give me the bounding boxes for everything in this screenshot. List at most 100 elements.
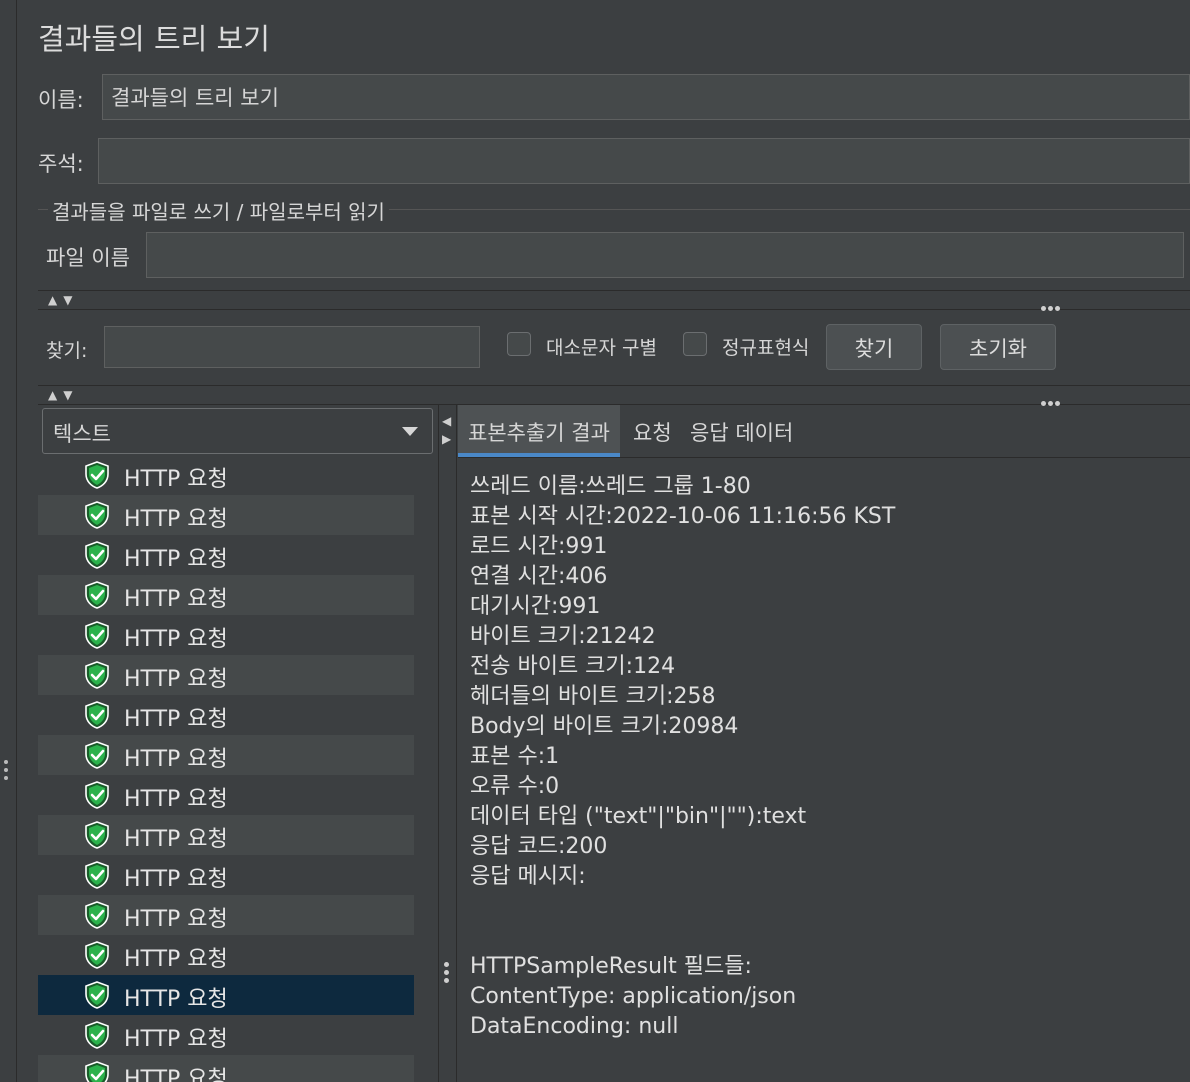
comment-input[interactable] <box>98 138 1190 184</box>
tree-item-label: HTTP 요청 <box>124 547 228 572</box>
find-button[interactable]: 찾기 <box>826 324 922 370</box>
tree-item[interactable]: HTTP 요청 <box>38 535 414 575</box>
tab-sampler-result[interactable]: 표본추출기 결과 <box>458 405 620 457</box>
comment-label: 주석: <box>38 152 84 176</box>
tree-item[interactable]: HTTP 요청 <box>38 615 414 655</box>
result-line: 로드 시간:991 <box>470 534 608 559</box>
regex-checkbox[interactable] <box>683 332 707 356</box>
tree-item[interactable]: HTTP 요청 <box>38 495 414 535</box>
renderer-select[interactable]: 텍스트 <box>42 408 433 454</box>
success-shield-icon <box>85 501 109 529</box>
tree-item-label: HTTP 요청 <box>124 747 228 772</box>
divider <box>438 405 439 1082</box>
tree-item-label: HTTP 요청 <box>124 987 228 1012</box>
collapse-left-right-icon[interactable]: ◀ ▶ <box>442 412 451 448</box>
tree-item[interactable]: HTTP 요청 <box>38 815 414 855</box>
tree-item[interactable]: HTTP 요청 <box>38 695 414 735</box>
result-line: 표본 시작 시간:2022-10-06 11:16:56 KST <box>470 504 896 529</box>
splitter-handle-icon[interactable] <box>444 962 449 986</box>
success-shield-icon <box>85 1021 109 1049</box>
result-line: 응답 메시지: <box>470 864 586 889</box>
success-shield-icon <box>85 901 109 929</box>
result-line: HTTPSampleResult 필드들: <box>470 954 752 979</box>
success-shield-icon <box>85 461 109 489</box>
name-label: 이름: <box>38 88 84 112</box>
tree-item[interactable]: HTTP 요청 <box>38 775 414 815</box>
tab-request[interactable]: 요청 <box>633 417 672 447</box>
tree-item-label: HTTP 요청 <box>124 1067 228 1082</box>
tree-item-label: HTTP 요청 <box>124 907 228 932</box>
tree-item-label: HTTP 요청 <box>124 947 228 972</box>
result-line: 전송 바이트 크기:124 <box>470 654 676 679</box>
result-tabs: 표본추출기 결과 요청 응답 데이터 <box>458 405 1190 458</box>
tree-item-label: HTTP 요청 <box>124 467 228 492</box>
case-sensitive-label: 대소문자 구별 <box>546 337 657 359</box>
tree-item-label: HTTP 요청 <box>124 867 228 892</box>
tree-item[interactable]: HTTP 요청 <box>38 1055 414 1082</box>
success-shield-icon <box>85 701 109 729</box>
tree-item[interactable]: HTTP 요청 <box>38 975 414 1015</box>
chevron-down-icon <box>402 427 418 436</box>
case-sensitive-checkbox[interactable] <box>507 332 531 356</box>
sampler-result-text: 쓰레드 이름:쓰레드 그룹 1-80 표본 시작 시간:2022-10-06 11… <box>470 472 895 1042</box>
result-line: 응답 코드:200 <box>470 834 608 859</box>
success-shield-icon <box>85 541 109 569</box>
name-input[interactable] <box>102 74 1190 120</box>
renderer-select-value: 텍스트 <box>53 422 111 446</box>
tree-item-label: HTTP 요청 <box>124 787 228 812</box>
result-line: DataEncoding: null <box>470 1014 679 1039</box>
success-shield-icon <box>85 621 109 649</box>
tree-item[interactable]: HTTP 요청 <box>38 735 414 775</box>
tab-response-data[interactable]: 응답 데이터 <box>690 417 793 447</box>
tree-item-label: HTTP 요청 <box>124 827 228 852</box>
filename-label: 파일 이름 <box>46 246 130 270</box>
collapse-arrows-icon[interactable]: ▲▼ <box>48 293 78 307</box>
success-shield-icon <box>85 661 109 689</box>
more-dots-icon <box>1041 296 1062 315</box>
reset-button[interactable]: 초기화 <box>940 324 1056 370</box>
result-line: 바이트 크기:21242 <box>470 624 656 649</box>
result-line: 헤더들의 바이트 크기:258 <box>470 684 716 709</box>
tree-item[interactable]: HTTP 요청 <box>38 575 414 615</box>
left-gutter <box>0 0 17 1082</box>
tree-item-label: HTTP 요청 <box>124 667 228 692</box>
result-line: 오류 수:0 <box>470 774 560 799</box>
regex-label: 정규표현식 <box>722 337 810 359</box>
result-line: 대기시간:991 <box>470 594 601 619</box>
success-shield-icon <box>85 981 109 1009</box>
result-line: 데이터 타입 ("text"|"bin"|""):text <box>470 804 807 829</box>
tree-item-label: HTTP 요청 <box>124 587 228 612</box>
result-line <box>470 922 895 952</box>
tree-item[interactable]: HTTP 요청 <box>38 1015 414 1055</box>
result-line: 쓰레드 이름:쓰레드 그룹 1-80 <box>470 474 751 499</box>
tree-item-label: HTTP 요청 <box>124 627 228 652</box>
tree-item[interactable]: HTTP 요청 <box>38 895 414 935</box>
collapse-arrows-icon[interactable]: ▲▼ <box>48 388 78 402</box>
page-title: 결과들의 트리 보기 <box>38 22 270 56</box>
splitter-middle[interactable]: ▲▼ <box>38 385 1190 406</box>
file-section-legend: 결과들을 파일로 쓰기 / 파일로부터 읽기 <box>48 196 389 225</box>
success-shield-icon <box>85 861 109 889</box>
search-label: 찾기: <box>46 340 88 362</box>
success-shield-icon <box>85 581 109 609</box>
success-shield-icon <box>85 1061 109 1082</box>
drag-handle-icon[interactable] <box>4 760 10 784</box>
filename-input[interactable] <box>146 232 1184 278</box>
result-line: 표본 수:1 <box>470 744 560 769</box>
success-shield-icon <box>85 781 109 809</box>
tree-item[interactable]: HTTP 요청 <box>38 935 414 975</box>
search-input[interactable] <box>104 326 480 368</box>
results-tree[interactable]: HTTP 요청 HTTP 요청 HTTP 요청 HTTP 요청 HTTP 요청 HTTP … <box>38 455 414 1082</box>
result-line <box>470 892 895 922</box>
result-line: ContentType: application/json <box>470 984 797 1009</box>
result-line: 연결 시간:406 <box>470 564 608 589</box>
tree-item-label: HTTP 요청 <box>124 1027 228 1052</box>
tree-item[interactable]: HTTP 요청 <box>38 855 414 895</box>
tree-item[interactable]: HTTP 요청 <box>38 655 414 695</box>
tree-item-label: HTTP 요청 <box>124 507 228 532</box>
success-shield-icon <box>85 821 109 849</box>
success-shield-icon <box>85 941 109 969</box>
splitter-top[interactable]: ▲▼ <box>38 290 1190 311</box>
result-line: Body의 바이트 크기:20984 <box>470 714 739 739</box>
tree-item[interactable]: HTTP 요청 <box>38 455 414 495</box>
